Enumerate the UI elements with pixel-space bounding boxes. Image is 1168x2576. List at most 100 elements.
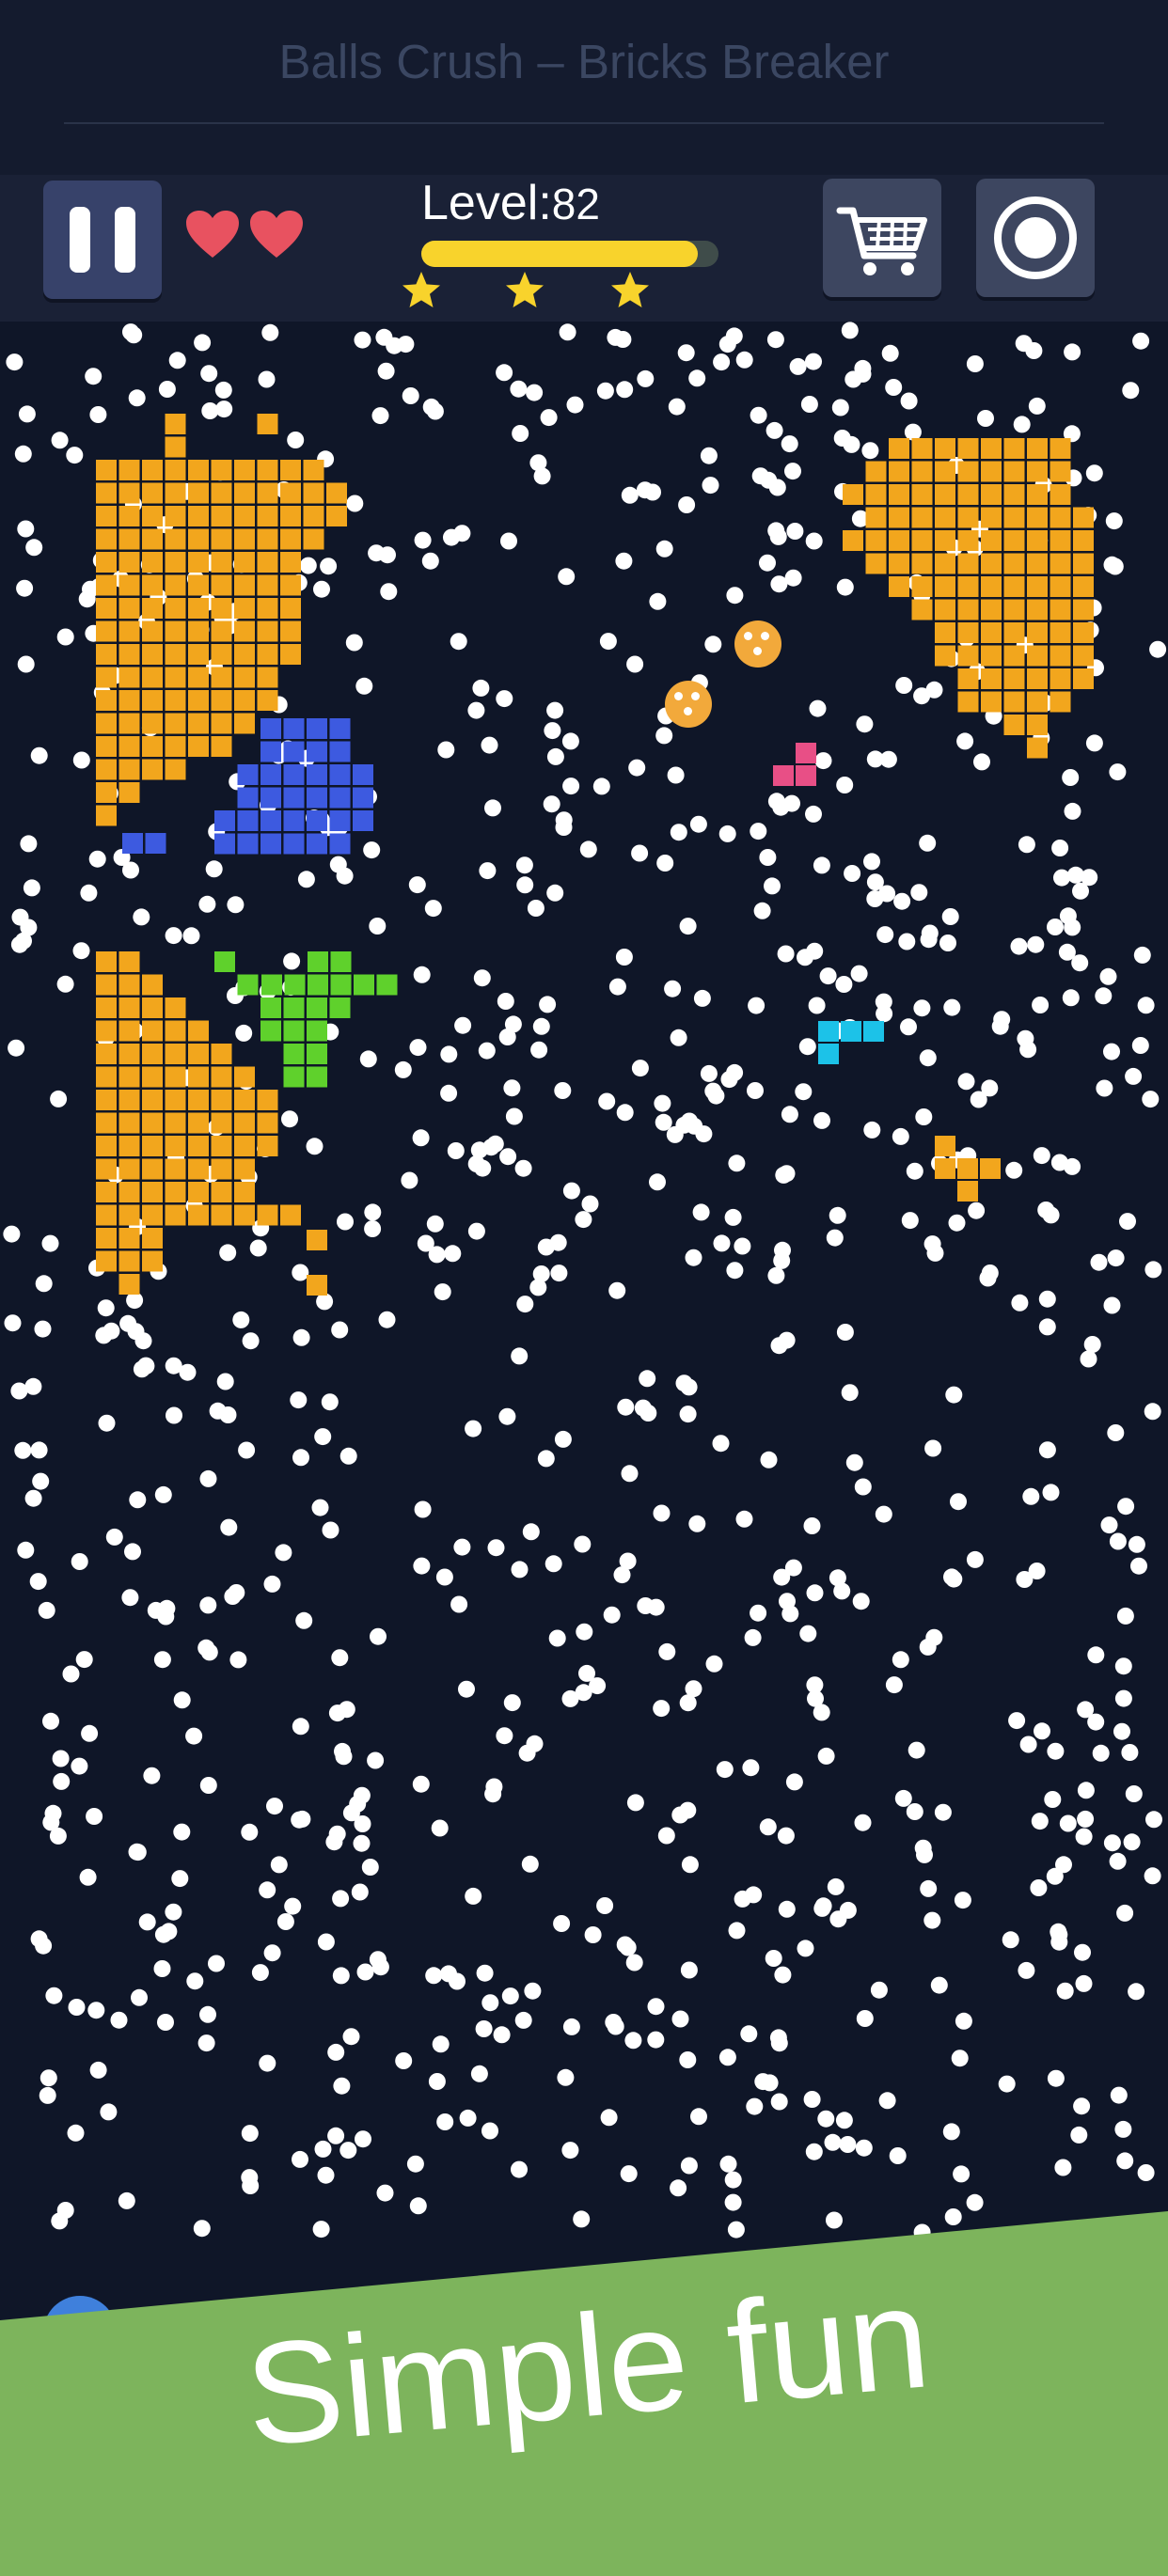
ball [276, 1913, 294, 1930]
ball [339, 2142, 357, 2160]
settings-button[interactable] [976, 179, 1095, 297]
ball [475, 2020, 493, 2037]
brick [96, 574, 117, 596]
brick [165, 482, 186, 504]
brick [214, 810, 235, 831]
brick [142, 1204, 163, 1226]
ball [1056, 1982, 1074, 2000]
ball [1028, 1563, 1046, 1579]
brick [234, 528, 255, 550]
brick [142, 620, 163, 642]
brick [307, 997, 327, 1018]
brick [865, 553, 887, 574]
brick [329, 833, 351, 855]
brick [1073, 530, 1094, 551]
brick [142, 1044, 163, 1064]
ball [727, 2221, 745, 2238]
brick [1050, 461, 1071, 482]
ball [998, 2075, 1016, 2093]
brick [935, 461, 955, 482]
brick [211, 598, 232, 619]
ball [1107, 1424, 1125, 1441]
ball [328, 1704, 346, 1722]
brick [237, 764, 259, 785]
ball [806, 1676, 824, 1694]
brick [211, 690, 232, 711]
ball [841, 1384, 859, 1402]
pause-button[interactable] [43, 181, 162, 299]
brick [211, 620, 232, 642]
brick [1027, 553, 1048, 574]
ball [208, 1955, 225, 1972]
brick [118, 528, 140, 550]
ball [617, 1398, 635, 1416]
ball [327, 2127, 345, 2144]
ball [817, 1747, 835, 1765]
ball [153, 1651, 171, 1669]
ball [1116, 1607, 1134, 1625]
brick [142, 574, 163, 596]
brick [122, 833, 143, 854]
brick [1027, 507, 1048, 528]
ball [409, 2197, 427, 2215]
ball [458, 1680, 475, 1698]
game-field[interactable]: x1 [0, 322, 1168, 2527]
brick [257, 1136, 278, 1156]
brick [96, 1090, 117, 1110]
brick [165, 528, 186, 550]
brick [142, 690, 163, 711]
ball [485, 1778, 503, 1796]
brick [96, 1044, 117, 1064]
ball [98, 1414, 116, 1432]
ball [39, 2069, 57, 2087]
ball [827, 1877, 844, 1895]
brick [283, 833, 305, 855]
brick [234, 460, 255, 480]
brick [981, 645, 1002, 667]
brick [935, 1136, 955, 1156]
ball [951, 2050, 969, 2067]
ball [216, 1373, 234, 1390]
brick [142, 1112, 163, 1134]
ball [671, 2010, 689, 2028]
brick [303, 460, 324, 480]
brick [165, 1158, 186, 1180]
brick [1003, 668, 1025, 689]
ball [1128, 1983, 1145, 2001]
hud-bar: Level:82 [0, 175, 1168, 322]
ball [436, 2113, 454, 2130]
ball [562, 2018, 580, 2035]
ball [745, 1886, 763, 1904]
brick [257, 460, 278, 480]
brick [935, 1158, 955, 1179]
ball [1022, 1487, 1040, 1505]
brick [957, 576, 979, 597]
ball [1008, 1712, 1026, 1730]
brick [1027, 576, 1048, 597]
ball [199, 1469, 217, 1487]
ball [242, 2177, 260, 2194]
brick [911, 507, 933, 528]
brick [1027, 599, 1048, 620]
brick [142, 1228, 163, 1249]
brick [935, 553, 955, 574]
ball [621, 1465, 639, 1483]
ball [220, 1518, 238, 1536]
ball [817, 2110, 835, 2128]
brick [1073, 553, 1094, 574]
brick [211, 1204, 232, 1226]
ball [1103, 1834, 1121, 1852]
ball [199, 2005, 216, 2023]
ball [746, 2097, 764, 2115]
ball [854, 1478, 872, 1496]
ball [53, 1772, 71, 1790]
ball [1019, 1736, 1037, 1753]
brick [308, 974, 328, 996]
ball [332, 1967, 350, 1985]
ball [100, 2103, 118, 2121]
brick [957, 1181, 978, 1202]
ball [1121, 1744, 1139, 1761]
brick [283, 718, 305, 739]
ball [511, 1561, 529, 1579]
shop-cart-button[interactable] [823, 179, 941, 297]
